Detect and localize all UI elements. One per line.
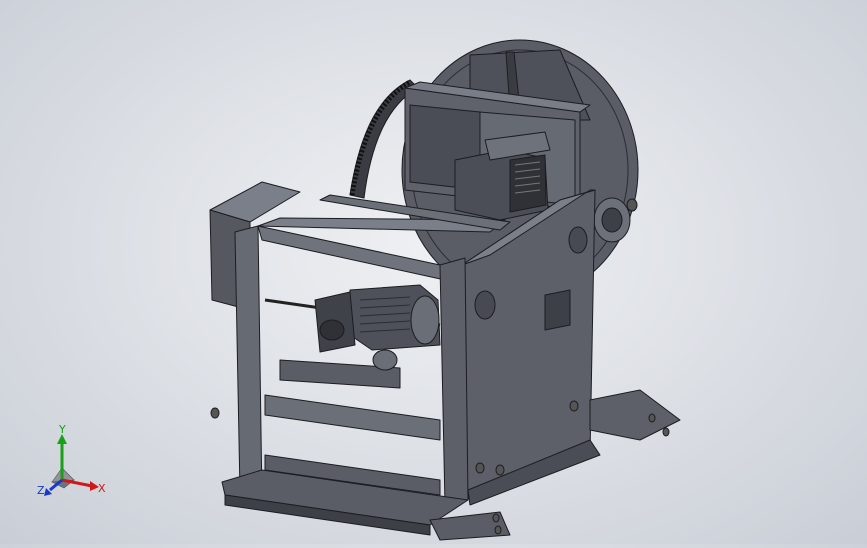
turntable-hub [593,197,638,243]
cad-3d-viewport[interactable] [0,0,867,544]
z-axis-label: Z [37,484,45,497]
x-axis-label: X [98,482,106,495]
lower-gear-unit [279,349,401,389]
welding-positioner-model[interactable] [0,0,867,544]
y-axis-label: Y [58,423,66,436]
drive-motor [314,284,441,353]
coordinate-triad: Y X Z [30,420,110,500]
